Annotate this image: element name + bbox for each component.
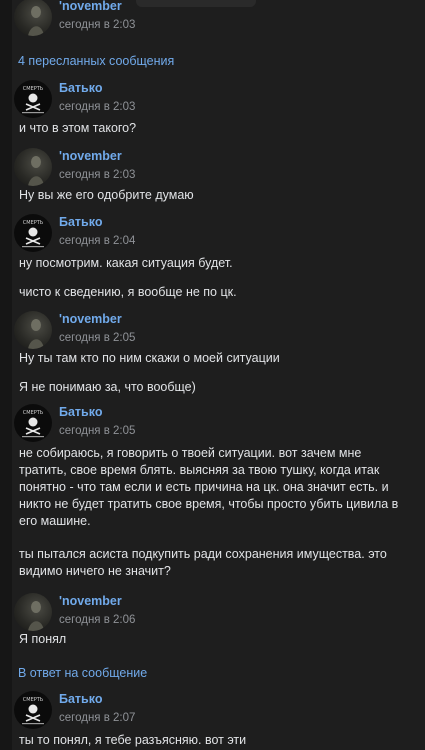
message-text: Я не понимаю за, что вообще) bbox=[19, 380, 196, 394]
person-photo-icon bbox=[28, 601, 44, 631]
svg-text:СМЕРТЬ: СМЕРТЬ bbox=[23, 410, 44, 416]
person-photo-icon bbox=[28, 156, 44, 186]
timestamp[interactable]: сегодня в 2:03 bbox=[59, 169, 135, 181]
avatar[interactable] bbox=[14, 311, 52, 349]
author-name[interactable]: Батько bbox=[59, 692, 102, 706]
author-name[interactable]: 'november bbox=[59, 0, 122, 13]
avatar[interactable]: СМЕРТЬ bbox=[14, 214, 52, 252]
skull-logo-icon: СМЕРТЬ bbox=[22, 697, 44, 725]
message-text: не собираюсь, я говорить о твоей ситуаци… bbox=[19, 446, 399, 528]
author-name[interactable]: 'november bbox=[59, 312, 122, 326]
message-text: ну посмотрим. какая ситуация будет. bbox=[19, 256, 233, 270]
message-text: Я понял bbox=[19, 632, 67, 646]
person-photo-icon bbox=[28, 319, 44, 349]
skull-logo-icon: СМЕРТЬ bbox=[22, 410, 44, 438]
avatar[interactable]: СМЕРТЬ bbox=[14, 404, 52, 442]
timestamp[interactable]: сегодня в 2:04 bbox=[59, 235, 135, 247]
svg-text:СМЕРТЬ: СМЕРТЬ bbox=[23, 220, 44, 226]
timestamp[interactable]: сегодня в 2:05 bbox=[59, 332, 135, 344]
author-name[interactable]: Батько bbox=[59, 405, 102, 419]
message-text: чисто к сведению, я вообще не по цк. bbox=[19, 285, 237, 299]
top-tab bbox=[136, 0, 256, 7]
avatar[interactable] bbox=[14, 593, 52, 631]
reply-to-message-link[interactable]: В ответ на сообщение bbox=[18, 666, 147, 680]
skull-logo-icon: СМЕРТЬ bbox=[22, 220, 44, 248]
avatar[interactable]: СМЕРТЬ bbox=[14, 691, 52, 729]
timestamp[interactable]: сегодня в 2:05 bbox=[59, 425, 135, 437]
author-name[interactable]: 'november bbox=[59, 149, 122, 163]
timestamp[interactable]: сегодня в 2:06 bbox=[59, 614, 135, 626]
person-photo-icon bbox=[28, 6, 44, 36]
avatar[interactable] bbox=[14, 148, 52, 186]
forwarded-messages-link[interactable]: 4 пересланных сообщения bbox=[18, 54, 174, 68]
timestamp[interactable]: сегодня в 2:07 bbox=[59, 712, 135, 724]
author-name[interactable]: Батько bbox=[59, 215, 102, 229]
author-name[interactable]: 'november bbox=[59, 594, 122, 608]
message-text: ты пытался асиста подкупить ради сохране… bbox=[19, 547, 387, 578]
skull-logo-icon: СМЕРТЬ bbox=[22, 86, 44, 114]
message-text: Ну вы же его одобрите думаю bbox=[19, 188, 194, 202]
avatar[interactable]: СМЕРТЬ bbox=[14, 80, 52, 118]
timestamp[interactable]: сегодня в 2:03 bbox=[59, 101, 135, 113]
svg-text:СМЕРТЬ: СМЕРТЬ bbox=[23, 697, 44, 703]
message-text: и что в этом такого? bbox=[19, 121, 137, 135]
author-name[interactable]: Батько bbox=[59, 81, 102, 95]
avatar[interactable] bbox=[14, 0, 52, 36]
timestamp[interactable]: сегодня в 2:03 bbox=[59, 19, 135, 31]
left-strip bbox=[0, 0, 12, 750]
svg-text:СМЕРТЬ: СМЕРТЬ bbox=[23, 86, 44, 92]
message-text: ты то понял, я тебе разъясняю. вот эти bbox=[19, 733, 247, 747]
message-text: Ну ты там кто по ним скажи о моей ситуац… bbox=[19, 351, 280, 365]
